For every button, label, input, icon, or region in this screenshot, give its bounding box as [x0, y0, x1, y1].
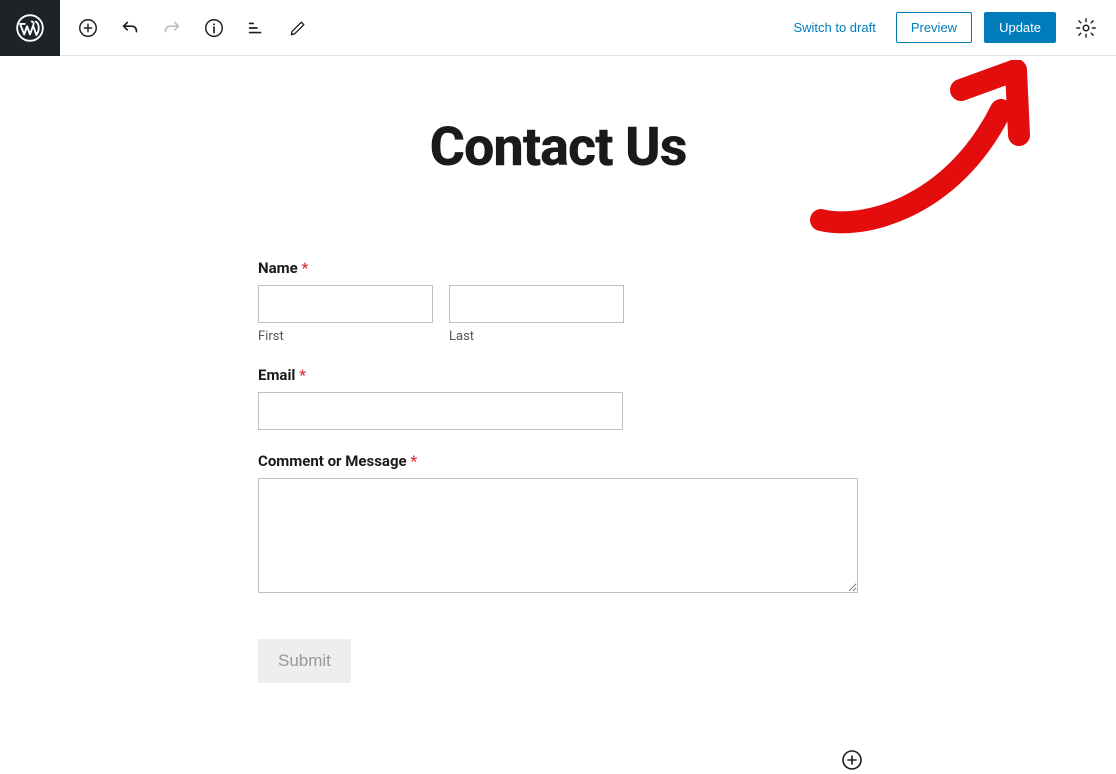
preview-button[interactable]: Preview [896, 12, 972, 43]
comment-textarea[interactable] [258, 478, 858, 593]
required-marker: * [410, 452, 417, 470]
email-label: Email * [258, 366, 858, 384]
switch-to-draft-button[interactable]: Switch to draft [785, 14, 883, 41]
first-sublabel: First [258, 329, 433, 344]
editor-canvas: Contact Us Name * First Last Email [0, 56, 1116, 683]
last-sublabel: Last [449, 329, 624, 344]
last-name-input[interactable] [449, 285, 624, 323]
plus-circle-icon [77, 17, 99, 39]
required-marker: * [299, 366, 306, 384]
add-block-below-button[interactable] [838, 746, 866, 774]
required-marker: * [301, 259, 308, 277]
comment-label-text: Comment or Message [258, 452, 407, 470]
editor-topbar: Switch to draft Preview Update [0, 0, 1116, 56]
name-label: Name * [258, 259, 858, 277]
comment-field-group: Comment or Message * [258, 452, 858, 597]
page-title[interactable]: Contact Us [430, 116, 687, 179]
first-name-input[interactable] [258, 285, 433, 323]
edit-button[interactable] [280, 10, 316, 46]
gear-icon [1075, 17, 1097, 39]
plus-circle-icon [840, 748, 864, 772]
redo-button[interactable] [154, 10, 190, 46]
outline-button[interactable] [238, 10, 274, 46]
info-button[interactable] [196, 10, 232, 46]
undo-button[interactable] [112, 10, 148, 46]
toolbar-right: Switch to draft Preview Update [785, 10, 1116, 46]
update-button[interactable]: Update [984, 12, 1056, 43]
email-label-text: Email [258, 366, 295, 384]
name-label-text: Name [258, 259, 298, 277]
wordpress-logo[interactable] [0, 0, 60, 56]
redo-icon [161, 17, 183, 39]
pencil-icon [288, 18, 308, 38]
add-block-button[interactable] [70, 10, 106, 46]
contact-form-block: Name * First Last Email * [258, 259, 858, 683]
submit-button[interactable]: Submit [258, 639, 351, 683]
wordpress-icon [16, 14, 44, 42]
email-field-group: Email * [258, 366, 858, 430]
toolbar-left [60, 10, 316, 46]
settings-button[interactable] [1068, 10, 1104, 46]
name-field-group: Name * First Last [258, 259, 858, 344]
info-icon [203, 17, 225, 39]
comment-label: Comment or Message * [258, 452, 858, 470]
undo-icon [119, 17, 141, 39]
email-input[interactable] [258, 392, 623, 430]
list-icon [245, 17, 267, 39]
